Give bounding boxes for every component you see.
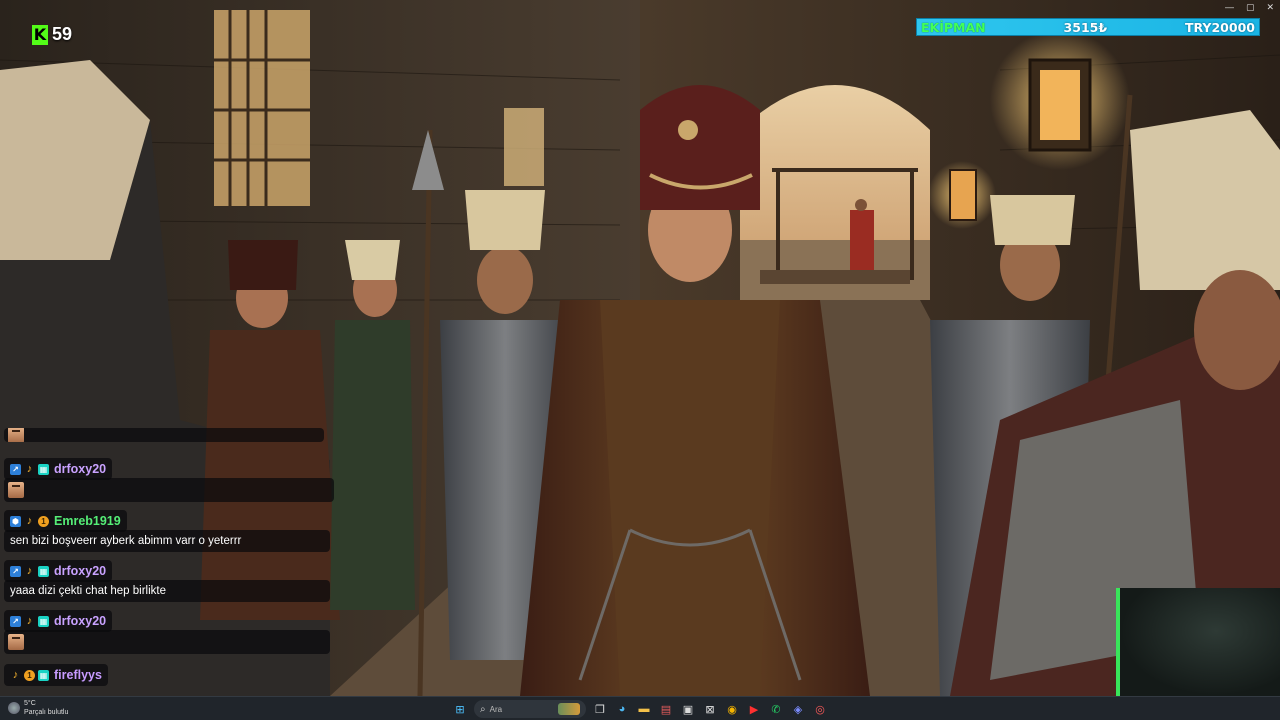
whatsapp-icon[interactable]: ✆ (768, 701, 784, 717)
gift-badge-icon: ▦ (38, 463, 49, 475)
gift-badge-icon: ▦ (38, 615, 49, 627)
og-badge-icon: ↗ (10, 463, 21, 475)
chat-username[interactable]: drfoxy20 (54, 564, 106, 578)
chat-message-partial (4, 428, 324, 442)
webcam-feed (1116, 588, 1280, 696)
chat-text: yaaa dizi çekti chat hep birlikte (10, 585, 166, 597)
chat-username[interactable]: drfoxy20 (54, 614, 106, 628)
boot-badge-icon: ♪ (12, 668, 19, 681)
file-explorer-icon[interactable]: ▬ (636, 701, 652, 717)
chat-username-row: ↗ ♪ ▦ drfoxy20 (4, 610, 113, 632)
task-view-icon[interactable]: ❐ (592, 701, 608, 717)
og-badge-icon: ↗ (10, 565, 21, 577)
viewer-count: 59 (52, 24, 73, 44)
window-controls: — ▢ ✕ (1225, 2, 1274, 13)
cloud-icon (8, 702, 20, 714)
kick-logo-icon: K (32, 24, 48, 45)
obs-icon[interactable]: ◎ (812, 701, 828, 717)
chat-message-text: sen bizi boşveerr ayberk abimm varr o ye… (4, 530, 330, 552)
gift-badge-icon: ▦ (38, 669, 49, 681)
taskbar: 5°C Parçalı bulutlu ⊞ ⌕ Ara ❐ ◕ ▬ ▤ ▣ ⊠ … (0, 696, 1280, 720)
store-icon[interactable]: ▣ (680, 701, 696, 717)
weather-widget[interactable]: 5°C Parçalı bulutlu (8, 699, 68, 717)
emote-icon (8, 634, 24, 650)
boot-badge-icon: ♪ (26, 564, 33, 577)
og-badge-icon: ⬢ (10, 515, 21, 527)
chrome-icon[interactable]: ◉ (724, 701, 740, 717)
chat-username[interactable]: drfoxy20 (54, 462, 106, 476)
taskbar-search[interactable]: ⌕ Ara (474, 700, 586, 718)
chat-text: sen bizi boşveerr ayberk abimm varr o ye… (10, 535, 242, 547)
chat-message-emote (4, 478, 334, 502)
weather-temp: 5°C (24, 700, 36, 707)
chat-username-row: ⬢ ♪ 1 Emreb1919 (4, 510, 127, 532)
maximize-icon[interactable]: ▢ (1246, 2, 1255, 13)
equipment-goal-target: TRY20000 (1184, 19, 1255, 35)
og-badge-icon: ↗ (10, 615, 21, 627)
youtube-icon[interactable]: ▶ (746, 701, 762, 717)
close-icon[interactable]: ✕ (1266, 2, 1274, 13)
boot-badge-icon: ♪ (26, 514, 33, 527)
emote-icon (8, 482, 24, 498)
equipment-goal-bar: EKİPMAN 3515₺ TRY20000 (916, 18, 1260, 36)
boot-badge-icon: ♪ (26, 462, 33, 475)
sub-badge-icon: 1 (24, 669, 35, 681)
taskbar-apps: ⊞ ⌕ Ara ❐ ◕ ▬ ▤ ▣ ⊠ ◉ ▶ ✆ ◈ ◎ (452, 699, 828, 719)
chat-username-row: ♪ 1 ▦ fireflyys (4, 664, 108, 686)
equipment-goal-current: 3515₺ (1063, 19, 1108, 35)
chat-message-text: yaaa dizi çekti chat hep birlikte (4, 580, 330, 602)
search-placeholder: Ara (489, 704, 503, 714)
capcut-icon[interactable]: ⊠ (702, 701, 718, 717)
viewer-count-badge: K 59 (32, 24, 72, 45)
emote-icon (8, 428, 24, 442)
gift-badge-icon: ▦ (38, 565, 49, 577)
copilot-icon[interactable]: ◕ (614, 701, 630, 717)
discord-icon[interactable]: ◈ (790, 701, 806, 717)
chat-message-emote (4, 630, 330, 654)
weather-desc: Parçalı bulutlu (24, 709, 69, 716)
equipment-goal-label: EKİPMAN (921, 19, 986, 35)
chat-username-row: ↗ ♪ ▦ drfoxy20 (4, 560, 113, 582)
search-highlight-icon (558, 703, 580, 715)
chat-username-row: ↗ ♪ ▦ drfoxy20 (4, 458, 113, 480)
calendar-app-icon[interactable]: ▤ (658, 701, 674, 717)
search-icon: ⌕ (480, 703, 486, 715)
minimize-icon[interactable]: — (1225, 2, 1234, 13)
chat-username[interactable]: fireflyys (54, 668, 102, 682)
windows-start-icon[interactable]: ⊞ (452, 701, 468, 717)
chat-username[interactable]: Emreb1919 (54, 514, 121, 528)
sub-badge-icon: 1 (38, 515, 49, 527)
boot-badge-icon: ♪ (26, 614, 33, 627)
